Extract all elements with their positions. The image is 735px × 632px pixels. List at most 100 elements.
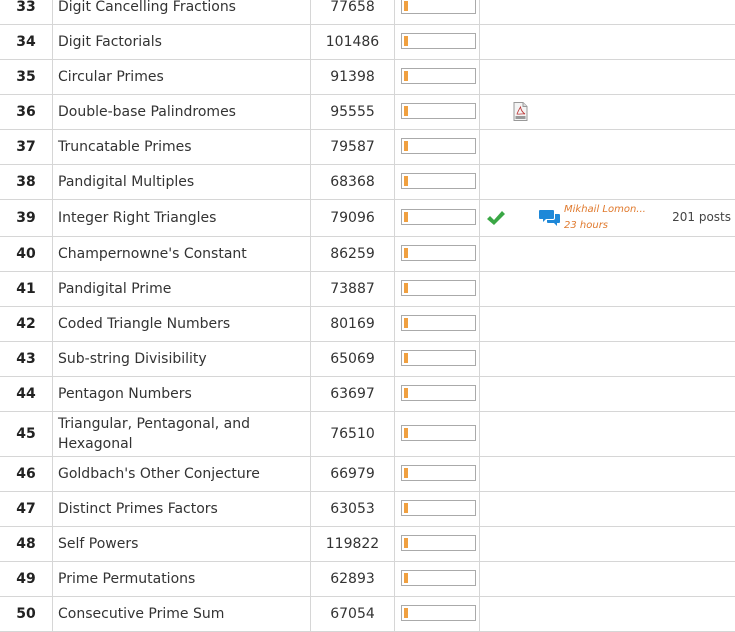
solved-count: 68368	[310, 165, 394, 199]
solved-count: 79587	[310, 130, 394, 164]
problem-id: 34	[16, 34, 36, 50]
difficulty-bar	[401, 173, 476, 189]
table-row: 40 Champernowne's Constant 86259	[0, 237, 735, 272]
difficulty-bar-fill	[404, 468, 408, 478]
problem-id: 33	[16, 0, 36, 15]
chat-bubbles-icon[interactable]	[539, 208, 561, 228]
difficulty-bar-fill	[404, 388, 408, 398]
difficulty-bar	[401, 570, 476, 586]
extras-cell	[480, 0, 735, 24]
extras-cell	[480, 237, 735, 271]
problem-title-link[interactable]: Champernowne's Constant	[52, 237, 310, 271]
problem-title-link[interactable]: Pandigital Multiples	[52, 165, 310, 199]
problem-title-link[interactable]: Triangular, Pentagonal, and Hexagonal	[52, 412, 310, 456]
difficulty-bar	[401, 385, 476, 401]
difficulty-bar	[401, 500, 476, 516]
problem-title-link[interactable]: Circular Primes	[52, 60, 310, 94]
problem-id: 50	[16, 606, 36, 622]
extras-cell	[480, 307, 735, 341]
difficulty-bar-fill	[404, 71, 408, 81]
difficulty-cell	[394, 597, 480, 631]
difficulty-bar	[401, 605, 476, 621]
difficulty-bar-fill	[404, 176, 408, 186]
difficulty-bar-fill	[404, 318, 408, 328]
table-row: 42 Coded Triangle Numbers 80169	[0, 307, 735, 342]
difficulty-cell	[394, 0, 480, 24]
table-row: 45 Triangular, Pentagonal, and Hexagonal 7…	[0, 412, 735, 457]
problem-id: 49	[16, 571, 36, 587]
table-row: 47 Distinct Primes Factors 63053	[0, 492, 735, 527]
difficulty-bar	[401, 350, 476, 366]
problem-title-link[interactable]: Distinct Primes Factors	[52, 492, 310, 526]
extras-cell: Mikhail Lomon... 23 hours 201 posts	[480, 200, 735, 236]
problem-id: 45	[16, 426, 36, 442]
solved-count: 62893	[310, 562, 394, 596]
problem-id: 39	[16, 210, 36, 226]
extras-cell	[480, 457, 735, 491]
problem-title-link[interactable]: Double-base Palindromes	[52, 95, 310, 129]
problem-title-link[interactable]: Digit Factorials	[52, 25, 310, 59]
forum-last-poster-link[interactable]: Mikhail Lomon...	[564, 204, 646, 215]
difficulty-bar-fill	[404, 428, 408, 438]
table-row: 46 Goldbach's Other Conjecture 66979	[0, 457, 735, 492]
table-row: 49 Prime Permutations 62893	[0, 562, 735, 597]
table-row: 43 Sub-string Divisibility 65069	[0, 342, 735, 377]
problem-id: 43	[16, 351, 36, 367]
problem-title-link[interactable]: Pentagon Numbers	[52, 377, 310, 411]
difficulty-cell	[394, 272, 480, 306]
difficulty-bar-fill	[404, 106, 408, 116]
solved-count: 86259	[310, 237, 394, 271]
table-row: 39 Integer Right Triangles 79096 Mikhail Lo…	[0, 200, 735, 237]
problem-title-link[interactable]: Consecutive Prime Sum	[52, 597, 310, 631]
table-row: 34 Digit Factorials 101486	[0, 25, 735, 60]
solved-count: 63697	[310, 377, 394, 411]
problem-title-link[interactable]: Pandigital Prime	[52, 272, 310, 306]
problem-id: 36	[16, 104, 36, 120]
solved-count: 80169	[310, 307, 394, 341]
difficulty-cell	[394, 412, 480, 456]
difficulty-bar	[401, 138, 476, 154]
difficulty-cell	[394, 95, 480, 129]
problem-title-link[interactable]: Sub-string Divisibility	[52, 342, 310, 376]
problem-title-link[interactable]: Truncatable Primes	[52, 130, 310, 164]
solved-count: 67054	[310, 597, 394, 631]
problem-title-link[interactable]: Digit Cancelling Fractions	[52, 0, 310, 24]
solved-count: 119822	[310, 527, 394, 561]
problem-id: 47	[16, 501, 36, 517]
extras-cell	[480, 412, 735, 456]
difficulty-bar-fill	[404, 573, 408, 583]
problem-title-link[interactable]: Integer Right Triangles	[52, 200, 310, 236]
solved-count: 63053	[310, 492, 394, 526]
problem-id: 41	[16, 281, 36, 297]
table-row: 44 Pentagon Numbers 63697	[0, 377, 735, 412]
extras-cell	[480, 377, 735, 411]
difficulty-bar	[401, 280, 476, 296]
problem-id: 35	[16, 69, 36, 85]
pdf-file-icon[interactable]	[513, 102, 528, 121]
check-icon	[486, 209, 506, 227]
solved-count: 95555	[310, 95, 394, 129]
table-row: 36 Double-base Palindromes 95555	[0, 95, 735, 130]
difficulty-cell	[394, 492, 480, 526]
difficulty-bar-fill	[404, 353, 408, 363]
table-row: 50 Consecutive Prime Sum 67054	[0, 597, 735, 632]
extras-cell	[480, 342, 735, 376]
problem-id: 42	[16, 316, 36, 332]
problem-title-link[interactable]: Self Powers	[52, 527, 310, 561]
problem-title-link[interactable]: Goldbach's Other Conjecture	[52, 457, 310, 491]
solved-count: 77658	[310, 0, 394, 24]
difficulty-bar-fill	[404, 36, 408, 46]
difficulty-bar-fill	[404, 248, 408, 258]
difficulty-bar	[401, 465, 476, 481]
problem-id: 38	[16, 174, 36, 190]
problems-table: 33 Digit Cancelling Fractions 77658 34 Digit…	[0, 0, 735, 632]
difficulty-bar	[401, 535, 476, 551]
solved-count: 73887	[310, 272, 394, 306]
difficulty-bar	[401, 68, 476, 84]
extras-cell	[480, 130, 735, 164]
problem-title-link[interactable]: Prime Permutations	[52, 562, 310, 596]
extras-cell	[480, 60, 735, 94]
problem-title-link[interactable]: Coded Triangle Numbers	[52, 307, 310, 341]
problem-id: 48	[16, 536, 36, 552]
problem-id: 46	[16, 466, 36, 482]
